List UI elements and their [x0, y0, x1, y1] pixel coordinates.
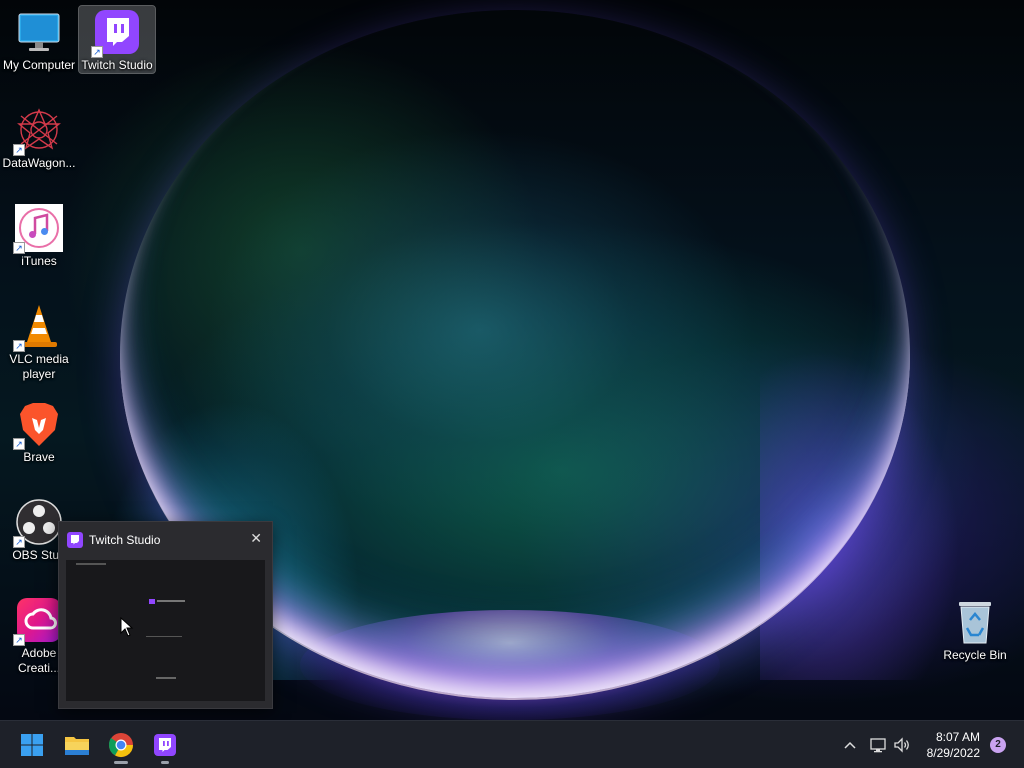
desktop-icon-itunes[interactable]: ↗ iTunes	[1, 202, 77, 269]
start-button[interactable]	[14, 727, 50, 763]
desktop-icon-twitch-studio[interactable]: ↗ Twitch Studio	[78, 5, 156, 74]
shortcut-arrow-icon: ↗	[13, 242, 25, 254]
windows-start-icon	[21, 734, 43, 756]
brave-icon: ↗	[13, 400, 63, 450]
clock-time: 8:07 AM	[935, 730, 980, 744]
chrome-icon	[108, 733, 133, 758]
recycle-bin-icon	[951, 598, 999, 646]
taskbar: 8:07 AM 8/29/2022 2	[0, 720, 1024, 768]
itunes-icon: ↗	[13, 204, 63, 254]
twitch-studio-icon: ↗	[91, 8, 141, 58]
twitch-studio-icon	[67, 532, 83, 548]
tray-overflow-chevron[interactable]	[840, 735, 860, 755]
desktop-icon-datawagon[interactable]: ↗ DataWagon...	[1, 104, 77, 171]
shortcut-arrow-icon: ↗	[13, 634, 25, 646]
obs-icon: ↗	[13, 498, 63, 548]
running-indicator	[161, 761, 169, 764]
folder-icon	[65, 737, 89, 755]
preview-close-button[interactable]: ✕	[250, 530, 262, 547]
monitor-icon	[15, 8, 63, 56]
desktop-icon-vlc[interactable]: ↗ VLC media player	[1, 300, 77, 382]
desktop-icon-my-computer[interactable]: My Computer	[1, 6, 77, 73]
twitch-studio-icon	[154, 734, 176, 756]
tray-network[interactable]	[868, 735, 888, 755]
shortcut-arrow-icon: ↗	[13, 536, 25, 548]
taskbar-chrome[interactable]	[103, 727, 139, 764]
taskbar-preview-twitch-studio[interactable]: Twitch Studio ✕	[58, 521, 273, 709]
desktop-icon-recycle-bin[interactable]: Recycle Bin	[937, 596, 1013, 663]
clock-date: 8/29/2022	[926, 746, 980, 760]
preview-thumbnail[interactable]	[66, 560, 265, 701]
running-indicator	[114, 761, 128, 764]
notification-badge[interactable]: 2	[990, 737, 1006, 753]
taskbar-file-explorer[interactable]	[59, 727, 95, 763]
vlc-icon: ↗	[13, 302, 63, 352]
shortcut-arrow-icon: ↗	[13, 144, 25, 156]
network-icon	[870, 738, 886, 753]
taskbar-clock[interactable]: 8:07 AM 8/29/2022	[910, 729, 980, 761]
shortcut-arrow-icon: ↗	[13, 340, 25, 352]
desktop-icon-brave[interactable]: ↗ Brave	[1, 398, 77, 465]
shortcut-arrow-icon: ↗	[91, 46, 103, 58]
chevron-up-icon	[844, 741, 856, 749]
preview-title: Twitch Studio	[89, 533, 161, 547]
tray-volume[interactable]	[892, 735, 912, 755]
taskbar-twitch-studio[interactable]	[147, 727, 183, 764]
adobe-cc-icon: ↗	[13, 596, 63, 646]
shortcut-arrow-icon: ↗	[13, 438, 25, 450]
speaker-icon	[894, 737, 909, 753]
datawagon-icon: ↗	[13, 106, 63, 156]
mouse-cursor	[120, 616, 134, 637]
